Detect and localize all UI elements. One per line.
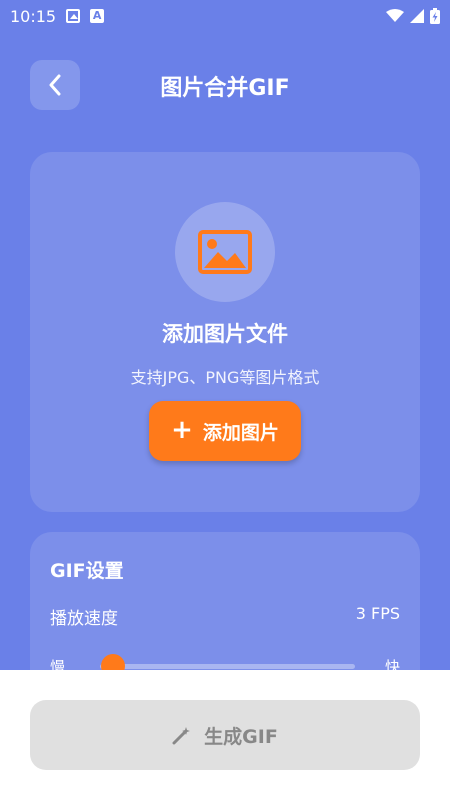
add-image-button[interactable]: + 添加图片 xyxy=(149,401,301,461)
status-time: 10:15 xyxy=(10,6,57,26)
signal-icon xyxy=(410,9,424,23)
plus-icon: + xyxy=(171,414,193,445)
status-left: 10:15 A xyxy=(10,6,105,26)
bottom-bar: 生成GIF xyxy=(0,670,450,800)
settings-title: GIF设置 xyxy=(50,560,124,582)
speed-slider-track[interactable] xyxy=(100,664,355,669)
image-notification-icon xyxy=(66,9,81,23)
magic-wand-icon xyxy=(172,727,191,745)
generate-gif-label: 生成GIF xyxy=(204,725,278,748)
upload-card: 添加图片文件 支持JPG、PNG等图片格式 + 添加图片 xyxy=(30,152,420,512)
page-title: 图片合并GIF xyxy=(160,76,290,101)
upload-subtitle: 支持JPG、PNG等图片格式 xyxy=(130,368,320,387)
generate-gif-button[interactable]: 生成GIF xyxy=(30,700,420,770)
status-right xyxy=(386,8,440,24)
speed-value: 3 FPS xyxy=(355,604,400,623)
header: 图片合并GIF xyxy=(0,58,450,110)
status-bar: 10:15 A xyxy=(0,0,450,32)
wifi-icon xyxy=(386,9,404,22)
a-notification-icon: A xyxy=(90,9,105,23)
battery-charging-icon xyxy=(430,8,440,24)
upload-title: 添加图片文件 xyxy=(162,322,288,346)
image-icon-circle xyxy=(175,202,275,302)
image-icon xyxy=(198,230,252,274)
speed-label: 播放速度 xyxy=(50,609,118,629)
add-image-label: 添加图片 xyxy=(202,421,279,444)
